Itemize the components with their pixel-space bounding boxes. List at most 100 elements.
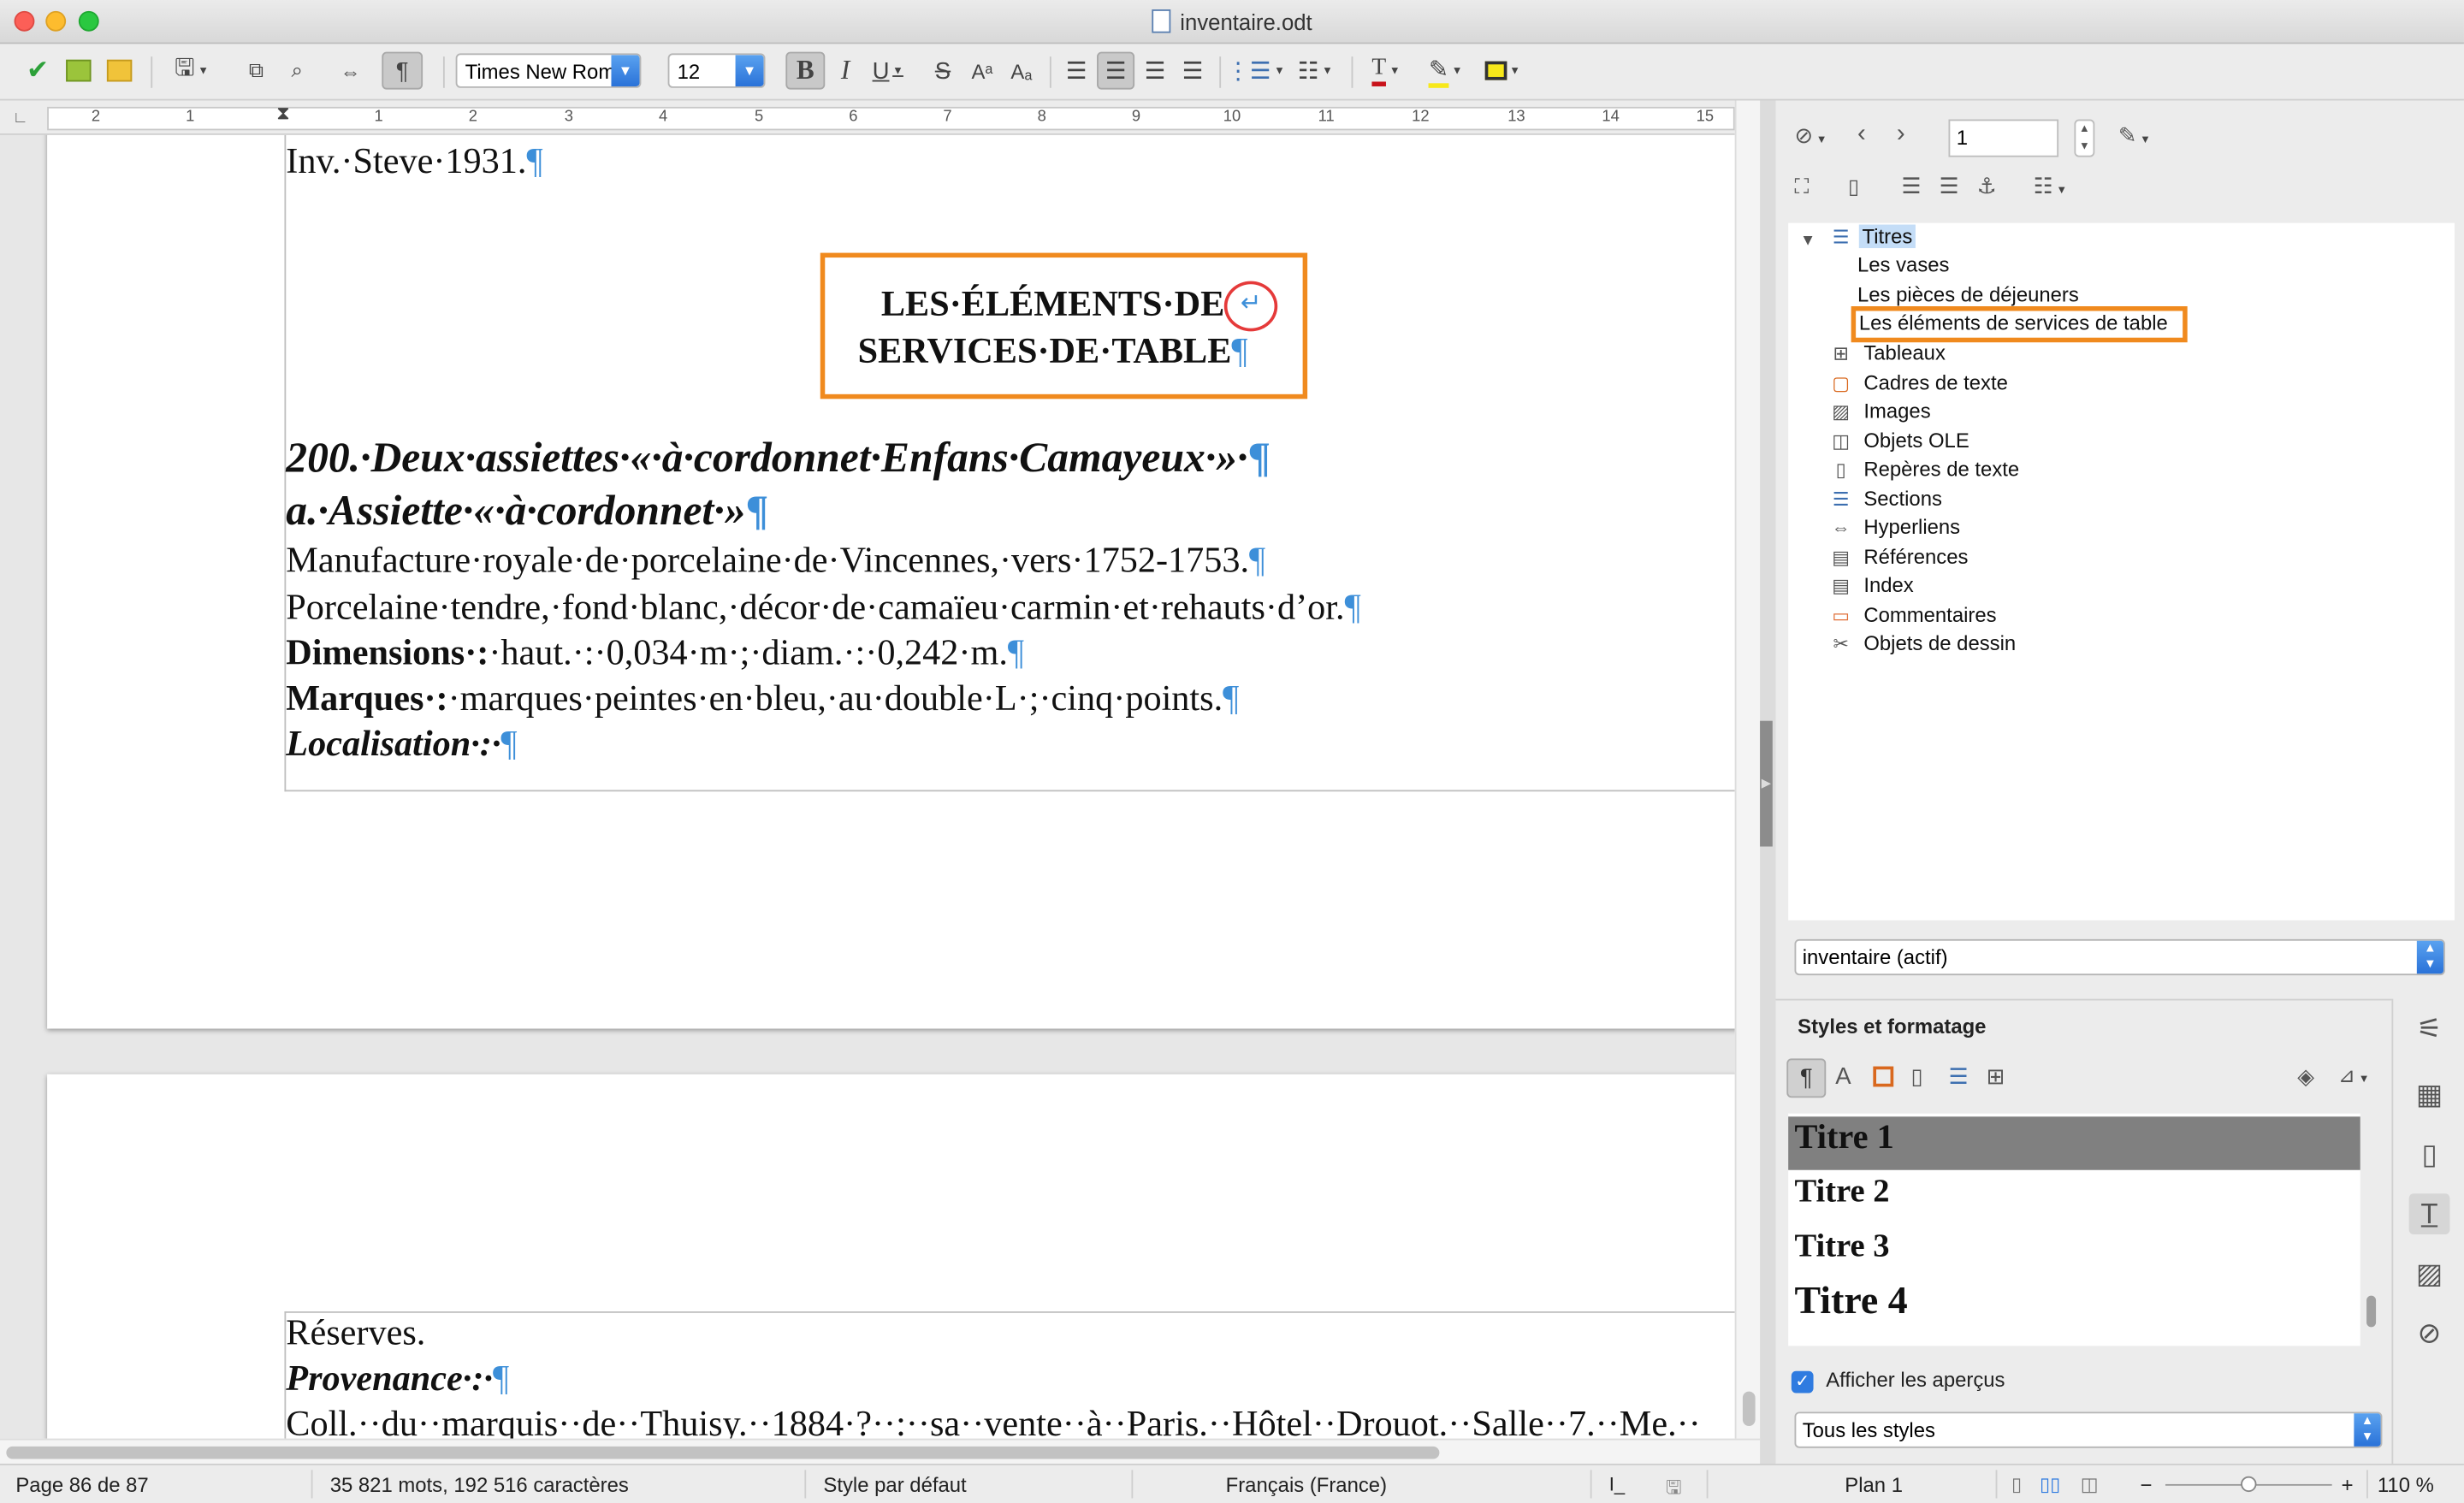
tab-type-icon[interactable]: ∟ xyxy=(13,110,28,127)
word-count-status[interactable]: 35 821 mots, 192 516 caractères xyxy=(330,1473,629,1497)
background-color-icon[interactable]: ▼ xyxy=(1477,52,1527,90)
outline-level-icon[interactable]: ☷ ▼ xyxy=(2034,173,2067,199)
indent-marker-icon[interactable]: ⧗ xyxy=(276,102,289,126)
tree-item-reperes-de-texte[interactable]: Repères de texte xyxy=(1863,457,2019,481)
previous-icon[interactable]: ‹ xyxy=(1857,121,1866,149)
table-styles-icon[interactable]: ⊞ xyxy=(1987,1063,2005,1090)
tree-item-objets-ole[interactable]: Objets OLE xyxy=(1863,429,1969,453)
character-styles-icon[interactable]: A xyxy=(1835,1063,1851,1090)
collection-line[interactable]: Coll.··du··marquis··de··Thuisy.··1884·?·… xyxy=(286,1404,1701,1438)
tree-item-commentaires[interactable]: Commentaires xyxy=(1863,603,1996,627)
navigation-compass-icon[interactable]: ⊘ ▼ xyxy=(1795,122,1827,149)
single-page-view-icon[interactable]: ▯ xyxy=(2011,1473,2022,1495)
sidebar-settings-icon[interactable]: ⚟ xyxy=(2409,1009,2450,1050)
tree-item-les-vases[interactable]: Les vases xyxy=(1857,253,1950,277)
zoom-in-icon[interactable]: + xyxy=(2342,1473,2354,1497)
horizontal-scrollbar[interactable] xyxy=(0,1438,1761,1465)
list-styles-icon[interactable]: ☰ xyxy=(1949,1063,1969,1090)
drag-mode-icon[interactable]: ✎ ▼ xyxy=(2118,122,2151,149)
style-icon[interactable] xyxy=(101,52,139,90)
anchor-icon[interactable]: ⚓ xyxy=(1977,173,1997,199)
document-select[interactable]: inventaire (actif) ▲ ▼ xyxy=(1794,938,2445,976)
find-icon[interactable]: ⌕ xyxy=(280,52,314,90)
styles-filter-select[interactable]: Tous les styles ▲ ▼ xyxy=(1794,1411,2383,1448)
reserves-line[interactable]: Réserves. xyxy=(286,1313,425,1354)
sidebar-splitter[interactable]: ▶ xyxy=(1760,100,1776,1465)
tree-item-hyperliens[interactable]: Hyperliens xyxy=(1863,515,1960,539)
page-style-status[interactable]: Style par défaut xyxy=(823,1473,966,1497)
strikethrough-button[interactable]: S xyxy=(927,52,959,90)
tree-item-les-elements-de-services-de-table[interactable]: Les éléments de services de table xyxy=(1859,311,2168,335)
collapse-sidebar-handle[interactable]: ▶ xyxy=(1760,720,1773,847)
insert-page-icon[interactable] xyxy=(60,52,98,90)
chevron-updown-icon[interactable]: ▲ ▼ xyxy=(2354,1413,2381,1447)
chevron-down-icon[interactable]: ▼ xyxy=(735,55,764,86)
page-styles-icon[interactable]: ▯ xyxy=(1910,1063,1922,1090)
subscript-icon[interactable]: Aₐ xyxy=(1005,52,1037,90)
properties-icon[interactable]: ▦ xyxy=(2409,1074,2450,1115)
list-box-icon[interactable]: ☰ xyxy=(1939,173,1958,199)
check-icon[interactable]: ✔ xyxy=(19,52,56,90)
font-color-icon[interactable]: T ▼ xyxy=(1361,52,1412,90)
tree-item-objets-de-dessin[interactable]: Objets de dessin xyxy=(1863,631,2016,655)
horizontal-ruler[interactable]: ∟ 2 1 ⧗ 1 2 3 4 5 6 7 8 9 10 11 12 13 14… xyxy=(0,100,1735,135)
tree-item-tableaux[interactable]: Tableaux xyxy=(1863,340,1946,364)
attachment-icon[interactable]: ▯ xyxy=(1848,175,1859,199)
zoom-level-status[interactable]: 110 % xyxy=(2378,1473,2434,1497)
page-icon[interactable]: ▯ xyxy=(2409,1134,2450,1175)
location-line[interactable]: Localisation·:·¶ xyxy=(286,724,517,765)
tree-item-titres[interactable]: Titres xyxy=(1858,224,1916,249)
italic-button[interactable]: I xyxy=(828,52,862,90)
tree-item-images[interactable]: Images xyxy=(1863,399,1930,423)
formatting-marks-toggle[interactable]: ¶ xyxy=(382,51,424,90)
justify-icon[interactable]: ☰ xyxy=(1176,52,1210,90)
hyperlink-icon[interactable]: ⇔ xyxy=(333,52,367,90)
outline-status[interactable]: Plan 1 xyxy=(1845,1473,1903,1497)
styles-icon[interactable]: T̲ xyxy=(2408,1193,2450,1235)
headings-icon[interactable]: ☰ xyxy=(1901,173,1921,199)
vertical-scrollbar[interactable] xyxy=(1734,100,1761,1439)
insert-mode-icon[interactable]: I_ xyxy=(1609,1473,1625,1495)
frame-styles-icon[interactable] xyxy=(1873,1066,1894,1087)
dimensions-line[interactable]: Dimensions·:·haut.·:·0,034·m·;·diam.·:·0… xyxy=(286,633,1024,674)
expand-arrow-icon[interactable]: ▼ xyxy=(1798,231,1818,251)
new-style-icon[interactable]: ⊿ ▼ xyxy=(2338,1063,2369,1088)
chevron-updown-icon[interactable]: ▲ ▼ xyxy=(2416,940,2444,974)
provenance-line[interactable]: Provenance·:·¶ xyxy=(286,1358,509,1399)
language-status[interactable]: Français (France) xyxy=(1226,1473,1387,1497)
vertical-scroll-thumb[interactable] xyxy=(1742,1391,1756,1426)
tree-item-references[interactable]: Références xyxy=(1863,545,1968,569)
page-count-status[interactable]: Page 86 de 87 xyxy=(15,1473,148,1497)
align-right-icon[interactable]: ☰ xyxy=(1138,52,1172,90)
section-heading[interactable]: LES·ÉLÉMENTS·DE SERVICES·DE·TABLE¶ xyxy=(832,281,1272,376)
font-size-combo[interactable]: 12 ▼ xyxy=(667,53,766,88)
align-left-icon[interactable]: ☰ xyxy=(1059,52,1093,90)
inventory-line[interactable]: Inv.·Steve·1931.¶ xyxy=(286,141,542,182)
document-modified-icon[interactable]: 🖫 xyxy=(1666,1473,1682,1503)
zoom-slider-thumb[interactable] xyxy=(2241,1476,2257,1493)
styles-scroll-thumb[interactable] xyxy=(2366,1295,2377,1328)
manufacture-line[interactable]: Manufacture·royale·de·porcelaine·de·Vinc… xyxy=(286,541,1265,582)
material-line[interactable]: Porcelaine·tendre,·fond·blanc,·décor·de·… xyxy=(286,588,1360,629)
marks-line[interactable]: Marques·:·marques·peintes·en·bleu,·au·do… xyxy=(286,678,1239,719)
fill-format-icon[interactable]: ◈ xyxy=(2297,1063,2314,1090)
page-number-input[interactable]: 1 xyxy=(1948,119,2059,157)
book-view-icon[interactable]: ◫ xyxy=(2081,1473,2099,1495)
align-center-icon[interactable]: ☰ xyxy=(1097,51,1135,90)
clone-formatting-icon[interactable]: ⧉ xyxy=(239,52,273,90)
style-item-titre-1[interactable]: Titre 1 xyxy=(1788,1116,2360,1170)
multi-page-view-icon[interactable]: ▯▯ xyxy=(2040,1473,2060,1495)
bullet-list-icon[interactable]: ⋮☰ ▼ xyxy=(1226,52,1285,90)
paragraph-styles-icon[interactable]: ¶ xyxy=(1786,1058,1827,1098)
show-previews-checkbox[interactable]: ✓ xyxy=(1791,1370,1814,1394)
style-item-titre-4[interactable]: Titre 4 xyxy=(1788,1280,2360,1333)
next-icon[interactable]: › xyxy=(1897,121,1905,149)
tree-item-les-pieces-de-dejeuners[interactable]: Les pièces de déjeuners xyxy=(1857,282,2079,306)
underline-button[interactable]: U ▼ xyxy=(868,52,909,90)
navigator-icon[interactable]: ⊘ xyxy=(2409,1313,2450,1354)
toggle-content-icon[interactable]: ⛶ xyxy=(1795,175,1810,199)
item-subtitle[interactable]: a.·Assiette·«·à·cordonnet·»¶ xyxy=(286,487,768,536)
styles-list[interactable]: Titre 1 Titre 2 Titre 3 Titre 4 xyxy=(1788,1113,2360,1346)
style-item-titre-2[interactable]: Titre 2 xyxy=(1788,1172,2360,1225)
horizontal-scroll-thumb[interactable] xyxy=(6,1446,1440,1459)
